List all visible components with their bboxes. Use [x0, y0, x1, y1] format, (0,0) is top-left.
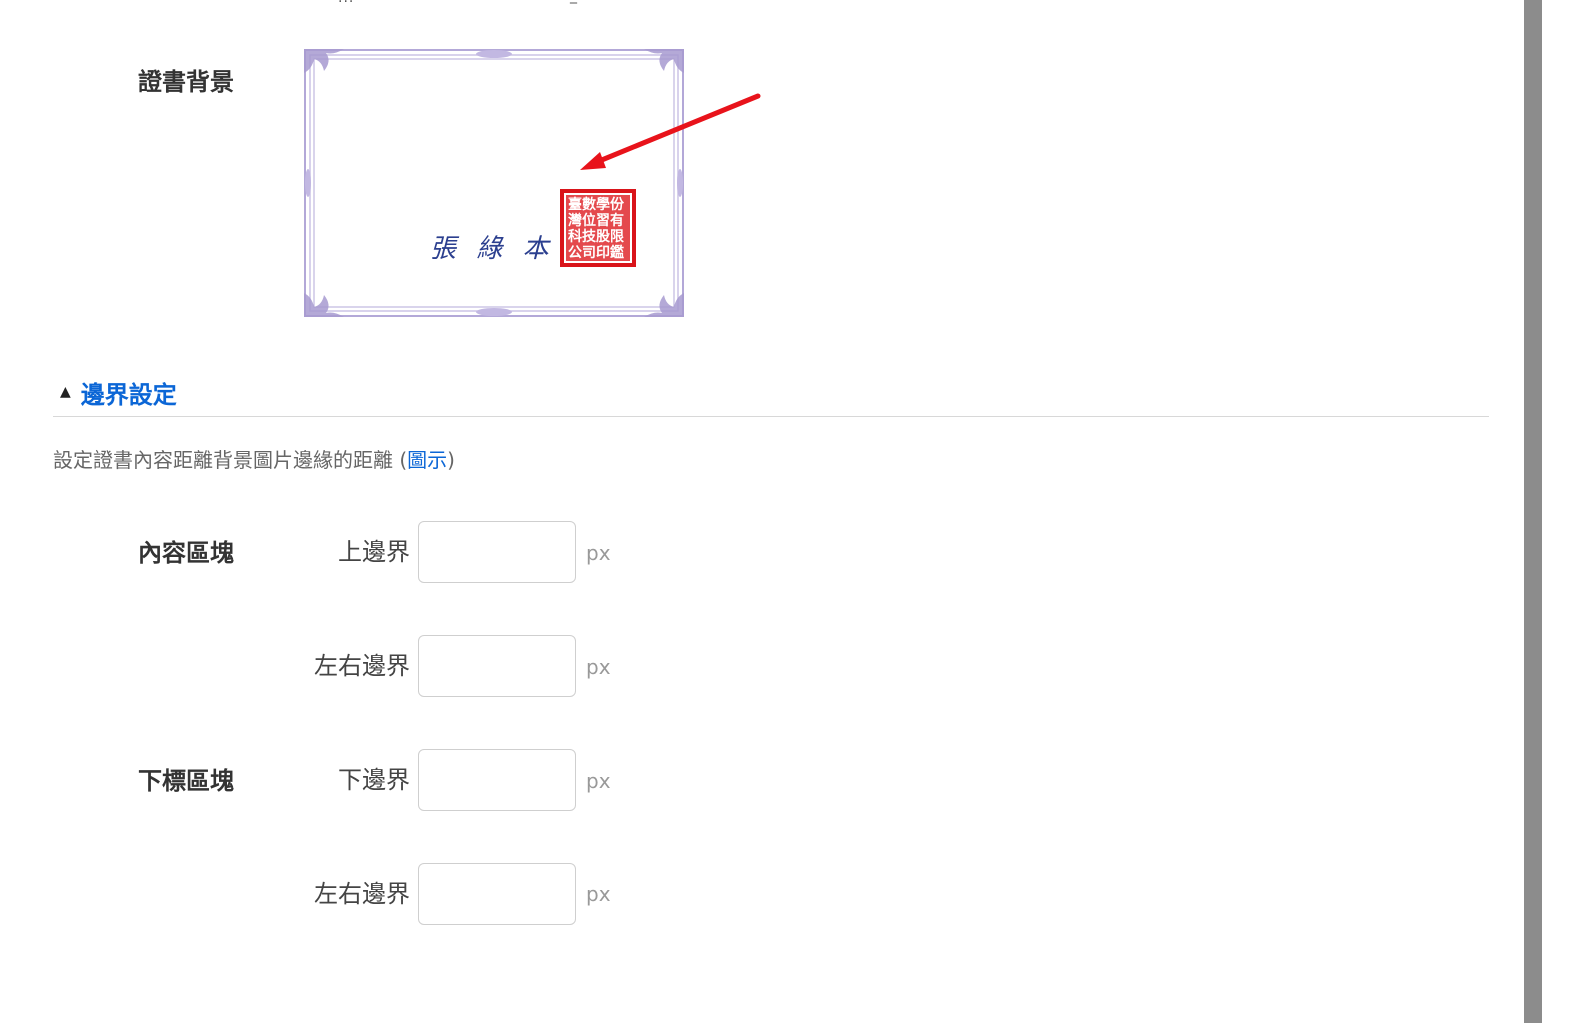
- certificate-background-label: 證書背景: [138, 68, 234, 96]
- svg-text:臺數學份: 臺數學份: [568, 196, 625, 213]
- content-block-label: 內容區塊: [138, 539, 234, 567]
- signature-text: 張 綠 本: [430, 234, 555, 264]
- footer-lr-margin-input[interactable]: [418, 863, 576, 925]
- svg-text:科技股限: 科技股限: [568, 228, 624, 245]
- content-top-margin-label: 上邊界: [338, 538, 410, 566]
- content-lr-margin-input[interactable]: [418, 635, 576, 697]
- content-top-margin-input[interactable]: [418, 521, 576, 583]
- boundary-settings-toggle[interactable]: ▲ 邊界設定: [60, 375, 177, 409]
- boundary-description: 設定證書內容距離背景圖片邊緣的距離 (圖示): [53, 444, 455, 473]
- red-arrow-annotation: [580, 93, 761, 170]
- unit-px-label: px: [586, 655, 611, 679]
- description-text: 設定證書內容距離背景圖片邊緣的距離 (: [53, 448, 408, 472]
- content-lr-margin-label: 左右邊界: [314, 652, 410, 680]
- unit-px-label: px: [586, 541, 611, 565]
- svg-text:公司印鑑: 公司印鑑: [568, 244, 624, 261]
- footer-bottom-margin-input[interactable]: [418, 749, 576, 811]
- svg-text:灣位習有: 灣位習有: [568, 212, 624, 229]
- boundary-settings-title[interactable]: 邊界設定: [81, 375, 177, 410]
- truncated-underscore: _: [570, 0, 577, 4]
- section-divider: [53, 416, 1489, 417]
- official-seal-icon: 臺數學份 灣位習有 科技股限 公司印鑑: [560, 189, 636, 267]
- illustration-link[interactable]: 圖示: [407, 448, 447, 472]
- unit-px-label: px: [586, 882, 611, 906]
- vertical-scrollbar[interactable]: [1524, 0, 1542, 1023]
- footer-lr-margin-label: 左右邊界: [314, 880, 410, 908]
- footer-block-label: 下標區塊: [138, 767, 234, 795]
- truncated-text: ...: [338, 0, 354, 6]
- footer-bottom-margin-label: 下邊界: [338, 766, 410, 794]
- unit-px-label: px: [586, 769, 611, 793]
- caret-up-icon: ▲: [60, 384, 71, 400]
- description-end: ): [447, 448, 455, 472]
